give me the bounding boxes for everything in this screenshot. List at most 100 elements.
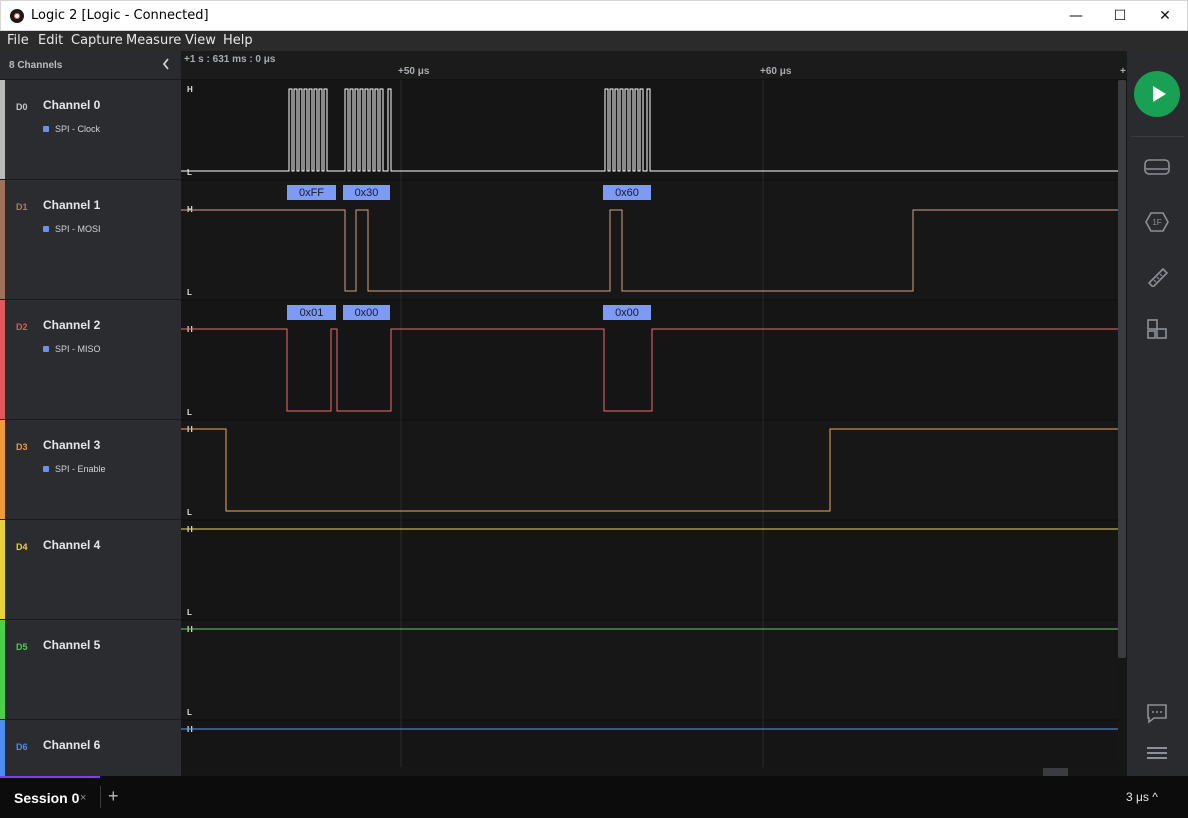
mosi-decode-0x60[interactable]: 0x60	[603, 185, 651, 200]
logic-app-icon	[10, 9, 24, 23]
channel-sidebar: 8 Channels D0 Channel 0 SPI - Clock D1 C…	[0, 51, 181, 776]
miso-decode-0x00-a[interactable]: 0x00	[343, 305, 390, 320]
waveform-canvas[interactable]: H L H L H L H L H L H L H 0xFF 0x30 0x60…	[181, 51, 1127, 776]
channel-id: D1	[16, 202, 28, 212]
analyzer-icon[interactable]: 1F	[1143, 211, 1171, 233]
channel-color-stripe	[0, 720, 5, 776]
feedback-icon[interactable]	[1143, 702, 1171, 724]
timeline-origin: +1 s : 631 ms : 0 μs	[184, 54, 276, 65]
channel-color-stripe	[0, 180, 5, 299]
channel-id: D6	[16, 742, 28, 752]
channel-name[interactable]: Channel 6	[43, 738, 100, 752]
measure-icon[interactable]	[1143, 265, 1171, 287]
level-high-label-d0: H	[187, 85, 193, 94]
add-session-button[interactable]: +	[108, 786, 119, 807]
menu-capture[interactable]: Capture	[71, 33, 123, 48]
svg-text:0x01: 0x01	[300, 307, 324, 319]
analyzer-tag[interactable]: SPI - Enable	[43, 464, 106, 474]
timeline-tick: +60 μs	[760, 66, 792, 77]
channel-count-label: 8 Channels	[9, 60, 63, 71]
channel-name[interactable]: Channel 1	[43, 198, 100, 212]
channel-id: D4	[16, 542, 28, 552]
channel-row-d3[interactable]: D3 Channel 3 SPI - Enable	[0, 420, 181, 520]
svg-text:0x30: 0x30	[355, 187, 379, 199]
extensions-icon[interactable]	[1143, 319, 1171, 341]
horizontal-scrollbar[interactable]	[1043, 768, 1068, 776]
channel-row-d2[interactable]: D2 Channel 2 SPI - MISO	[0, 300, 181, 420]
level-low-label-d2: L	[187, 408, 192, 417]
timeline-tick: +50 μs	[398, 66, 430, 77]
channel-name[interactable]: Channel 0	[43, 98, 100, 112]
channel-row-d0[interactable]: D0 Channel 0 SPI - Clock	[0, 80, 181, 180]
mosi-decode-0x30[interactable]: 0x30	[343, 185, 390, 200]
menu-help[interactable]: Help	[223, 33, 253, 48]
analyzer-color-dot	[43, 226, 49, 232]
minimize-button[interactable]: —	[1053, 1, 1099, 31]
channel-id: D2	[16, 322, 28, 332]
channel-color-stripe	[0, 620, 5, 719]
channel-color-stripe	[0, 300, 5, 419]
channel-sidebar-header: 8 Channels	[0, 51, 181, 80]
channel-color-stripe	[0, 520, 5, 619]
analyzer-label: SPI - MOSI	[55, 224, 101, 234]
menu-file[interactable]: File	[7, 33, 29, 48]
waveform-view[interactable]: H L H L H L H L H L H L H 0xFF 0x30 0x60…	[181, 51, 1127, 776]
menu-bar: File Edit Capture Measure View Help	[0, 31, 1188, 51]
channel-id: D0	[16, 102, 28, 112]
vertical-scrollbar[interactable]	[1118, 80, 1126, 658]
timeline-tick: +	[1120, 66, 1126, 77]
channel-name[interactable]: Channel 2	[43, 318, 100, 332]
chevron-left-icon[interactable]	[161, 57, 171, 74]
channel-color-stripe	[0, 80, 5, 179]
channel-id: D3	[16, 442, 28, 452]
svg-text:0x00: 0x00	[355, 307, 379, 319]
analyzer-color-dot	[43, 126, 49, 132]
channel-color-stripe	[0, 420, 5, 519]
maximize-button[interactable]: ☐	[1097, 1, 1143, 31]
channel-row-d4[interactable]: D4 Channel 4	[0, 520, 181, 620]
right-toolbar: 1F	[1127, 51, 1188, 776]
channel-name[interactable]: Channel 4	[43, 538, 100, 552]
level-low-label-d4: L	[187, 608, 192, 617]
analyzer-tag[interactable]: SPI - MOSI	[43, 224, 101, 234]
window-title: Logic 2 [Logic - Connected]	[31, 8, 209, 23]
svg-text:0x00: 0x00	[615, 307, 639, 319]
channel-row-d6[interactable]: D6 Channel 6	[0, 720, 181, 776]
level-low-label-d5: L	[187, 708, 192, 717]
level-low-label-d1: L	[187, 288, 192, 297]
channel-row-d5[interactable]: D5 Channel 5	[0, 620, 181, 720]
channel-row-d1[interactable]: D1 Channel 1 SPI - MOSI	[0, 180, 181, 300]
level-low-label-d0: L	[187, 168, 192, 177]
close-tab-icon[interactable]: ×	[80, 792, 86, 804]
channel-name[interactable]: Channel 5	[43, 638, 100, 652]
analyzer-label: SPI - Clock	[55, 124, 101, 134]
miso-decode-0x01[interactable]: 0x01	[287, 305, 336, 320]
session-bar: Session 0 × + 3 μs ^	[0, 776, 1188, 818]
session-tab[interactable]: Session 0 ×	[0, 776, 100, 818]
menu-icon[interactable]	[1143, 742, 1171, 764]
svg-text:1F: 1F	[1152, 218, 1161, 227]
session-tab-label: Session 0	[14, 790, 80, 806]
device-icon[interactable]	[1143, 156, 1171, 178]
analyzer-tag[interactable]: SPI - MISO	[43, 344, 101, 354]
miso-decode-0x00-b[interactable]: 0x00	[603, 305, 651, 320]
svg-text:0xFF: 0xFF	[299, 187, 324, 199]
play-icon[interactable]	[1134, 71, 1180, 117]
channel-name[interactable]: Channel 3	[43, 438, 100, 452]
tab-divider	[100, 786, 101, 808]
analyzer-color-dot	[43, 346, 49, 352]
menu-measure[interactable]: Measure	[126, 33, 181, 48]
mosi-decode-0xFF[interactable]: 0xFF	[287, 185, 336, 200]
analyzer-label: SPI - Enable	[55, 464, 106, 474]
channel-id: D5	[16, 642, 28, 652]
analyzer-tag[interactable]: SPI - Clock	[43, 124, 100, 134]
menu-view[interactable]: View	[185, 33, 216, 48]
zoom-level[interactable]: 3 μs ^	[1126, 790, 1158, 804]
close-button[interactable]: ✕	[1142, 1, 1188, 31]
svg-text:0x60: 0x60	[615, 187, 639, 199]
level-low-label-d3: L	[187, 508, 192, 517]
analyzer-label: SPI - MISO	[55, 344, 101, 354]
toolbar-divider	[1131, 136, 1184, 137]
timeline-ruler[interactable]: +1 s : 631 ms : 0 μs +50 μs +60 μs +	[181, 51, 1127, 80]
menu-edit[interactable]: Edit	[38, 33, 63, 48]
